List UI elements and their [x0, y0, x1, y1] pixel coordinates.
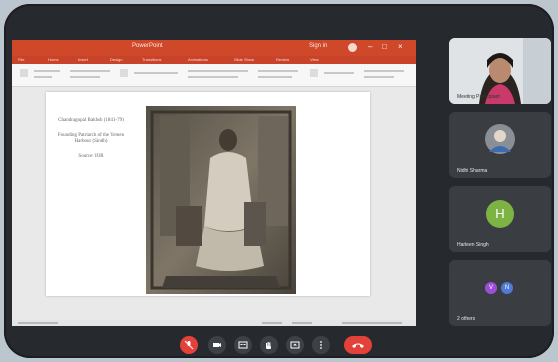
end-call-button[interactable] [344, 336, 372, 354]
ppt-tab[interactable]: Home [48, 57, 59, 62]
ppt-tab[interactable]: Slide Show [234, 57, 254, 62]
participant-monogram: H [486, 200, 514, 228]
participant-name: Meeting Participant [457, 94, 500, 100]
minimize-icon[interactable]: – [368, 42, 372, 52]
camera-button[interactable] [208, 336, 226, 354]
caption-line: Chandragopal Bakhsh (1841-79) [58, 118, 124, 123]
mic-off-icon [184, 340, 194, 350]
ppt-tab[interactable]: Transitions [142, 57, 161, 62]
ppt-user-avatar[interactable] [348, 43, 357, 52]
end-call-icon [352, 343, 364, 348]
slide-caption: Chandragopal Bakhsh (1841-79) Founding P… [54, 118, 128, 168]
ribbon-slide-icon[interactable] [120, 69, 128, 77]
captions-icon [238, 341, 248, 349]
ppt-titlebar: PowerPoint Sign in – □ × [12, 40, 416, 56]
camera-icon [213, 343, 221, 347]
participant-tile-group[interactable]: V N 2 others [449, 260, 551, 326]
more-options-icon [320, 341, 322, 349]
caption-line: Source: IOR [78, 153, 104, 159]
more-options-button[interactable] [312, 336, 330, 354]
participant-name: Nidhi Sharma [457, 168, 488, 174]
ppt-tab[interactable]: Review [276, 57, 289, 62]
participant-tile[interactable]: H Harleen Singh [449, 186, 551, 252]
participant-name: Harleen Singh [457, 242, 489, 248]
ppt-tab[interactable]: Animations [188, 57, 208, 62]
slide[interactable]: Chandragopal Bakhsh (1841-79) Founding P… [46, 92, 370, 296]
participant-name: 2 others [457, 316, 476, 322]
participant-avatar-icon [485, 124, 515, 154]
captions-button[interactable] [234, 336, 252, 354]
ppt-tab[interactable]: File [18, 57, 24, 62]
ppt-ribbon [12, 64, 416, 87]
ribbon-shape-icon[interactable] [310, 69, 318, 77]
raise-hand-icon [266, 342, 271, 349]
mic-off-button[interactable] [180, 336, 198, 354]
monitor-frame: PowerPoint Sign in – □ × File Home Inser… [4, 4, 554, 358]
participant-tile[interactable]: Nidhi Sharma [449, 112, 551, 178]
historic-photo [146, 106, 296, 294]
caption-line: Founding Patriarch of the Yemen Harbour … [57, 132, 125, 145]
ppt-tab[interactable]: Design [110, 57, 122, 62]
ppt-tab[interactable]: View [310, 57, 319, 62]
present-button[interactable] [286, 336, 304, 354]
maximize-icon[interactable]: □ [382, 42, 387, 52]
participant-mini-avatar: V [485, 282, 497, 294]
participant-tile-video[interactable]: Meeting Participant [449, 38, 551, 104]
ppt-tab[interactable]: Insert [78, 57, 88, 62]
ppt-ribbon-tabs: File Home Insert Design Transitions Anim… [12, 56, 416, 64]
raise-hand-button[interactable] [260, 336, 278, 354]
ppt-status-bar [12, 320, 416, 326]
participant-mini-avatar: N [501, 282, 513, 294]
ribbon-paste-icon[interactable] [20, 69, 28, 77]
meeting-controls [172, 334, 382, 356]
close-icon[interactable]: × [398, 42, 403, 52]
ppt-window-title: PowerPoint [132, 43, 163, 49]
present-icon [290, 341, 300, 349]
ppt-user-label[interactable]: Sign in [309, 43, 327, 49]
shared-screen: PowerPoint Sign in – □ × File Home Inser… [12, 40, 416, 326]
